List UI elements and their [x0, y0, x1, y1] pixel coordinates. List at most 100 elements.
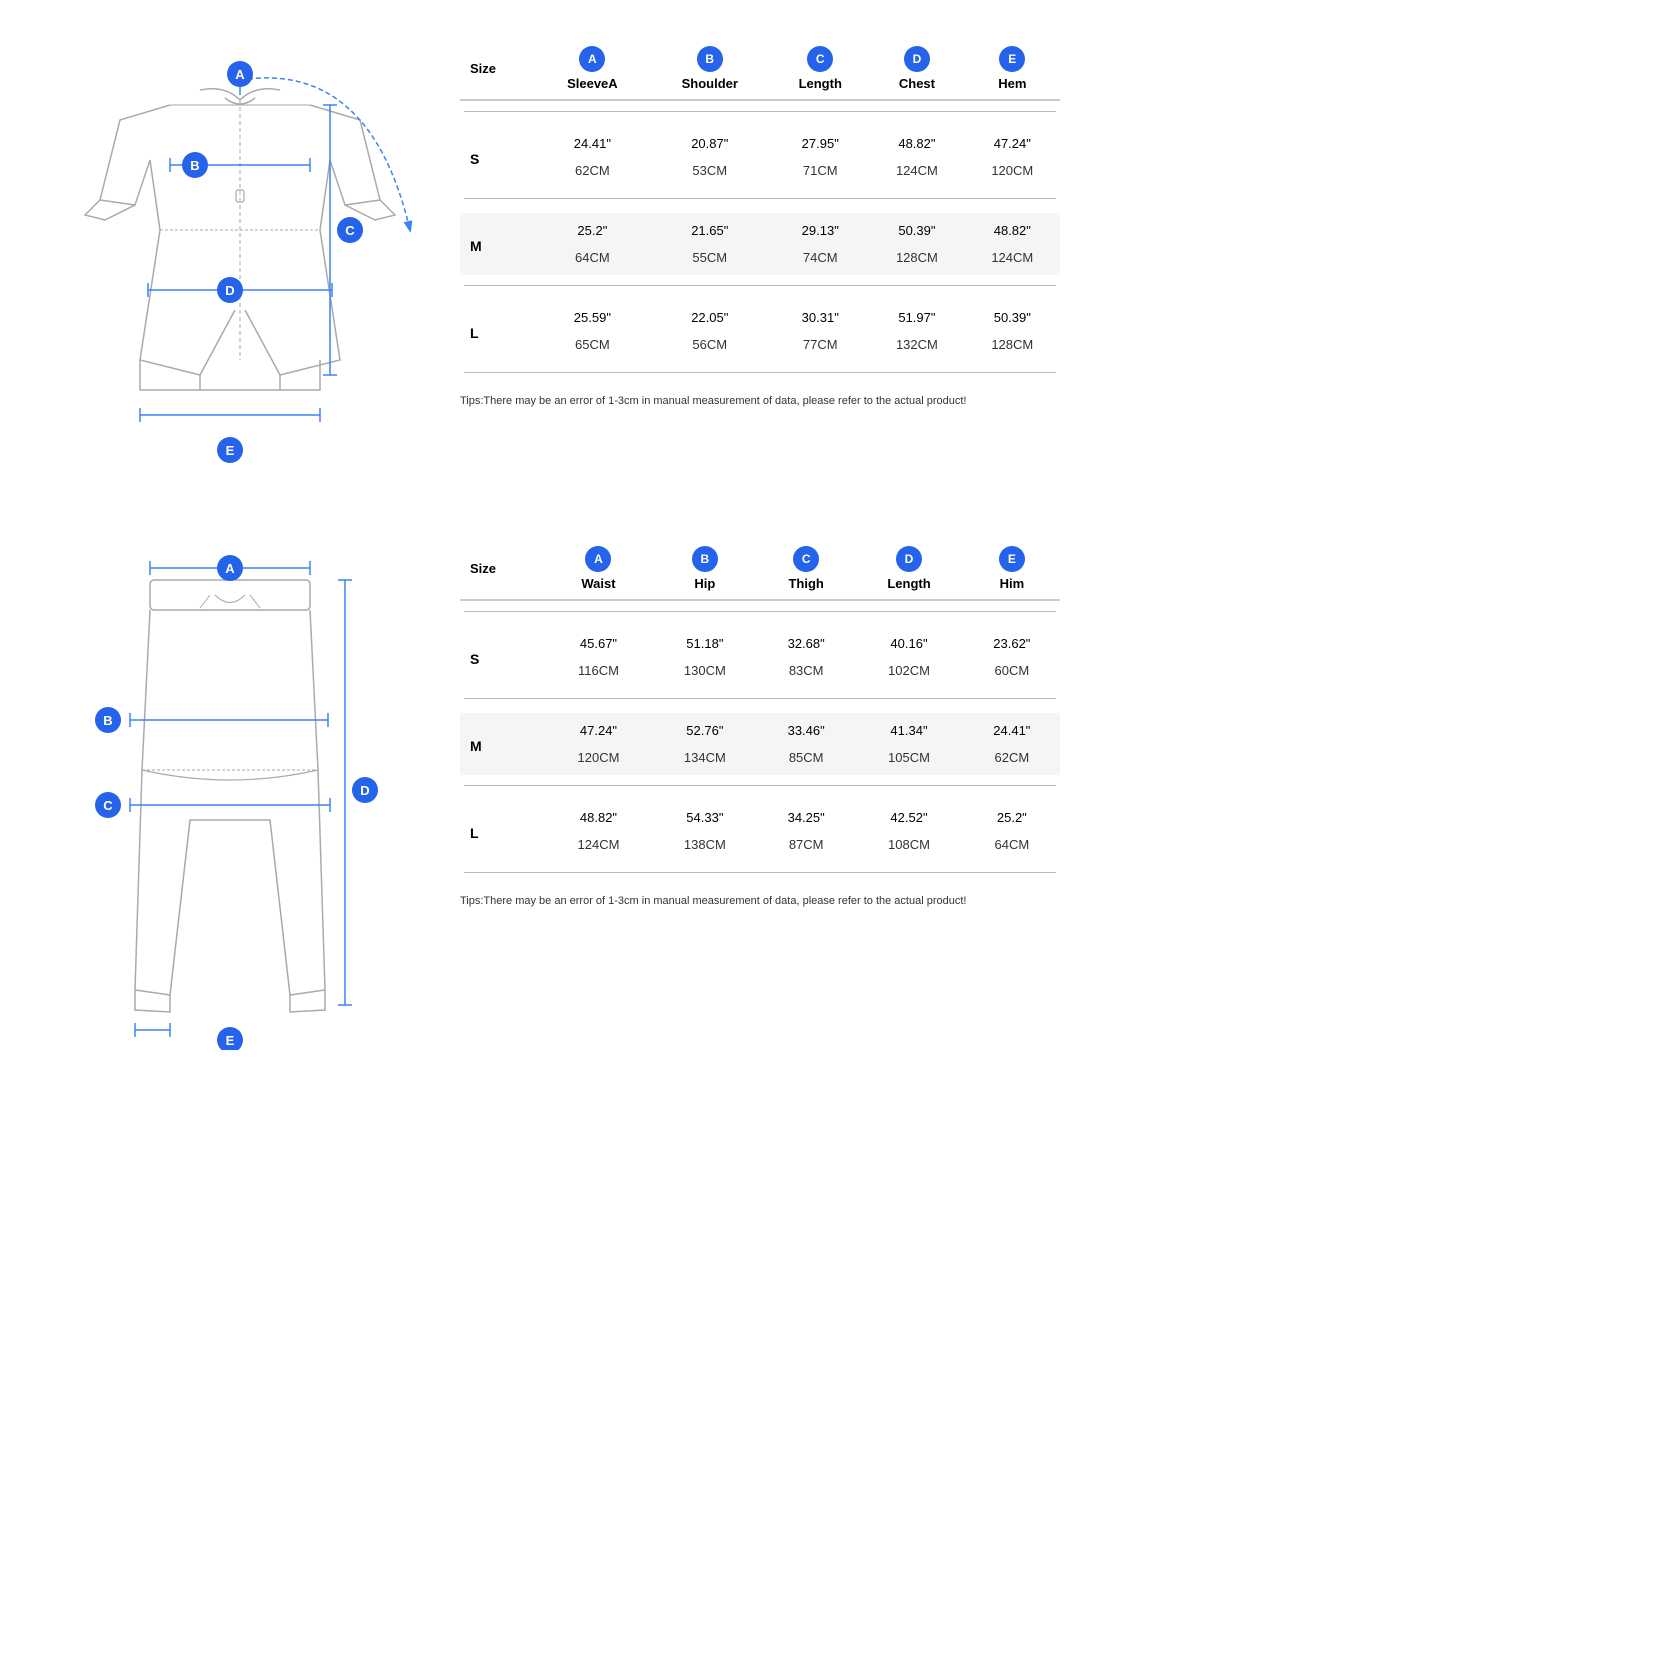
divider-row — [460, 362, 1060, 387]
divider-row — [460, 275, 1060, 300]
table-row: 62CM53CM71CM124CM120CM — [460, 157, 1060, 188]
badge-b-jacket: B — [697, 46, 723, 72]
jacket-col-hem: E Hem — [965, 40, 1060, 100]
pants-col-thigh: C Thigh — [758, 540, 854, 600]
jacket-diagram-area: A B C D E — [20, 30, 440, 490]
value-cell: 64CM — [536, 244, 648, 275]
value-cell: 54.33" — [652, 800, 758, 831]
jacket-table-area: Size A SleeveA B Shoulder — [460, 30, 1060, 407]
jacket-col1-label: SleeveA — [567, 76, 618, 91]
value-cell: 51.97" — [869, 300, 964, 331]
value-cell: 27.95" — [771, 126, 869, 157]
value-cell: 50.39" — [869, 213, 964, 244]
value-cell: 50.39" — [965, 300, 1060, 331]
pants-col-waist: A Waist — [545, 540, 651, 600]
value-cell: 47.24" — [545, 713, 651, 744]
jacket-col-length: C Length — [771, 40, 869, 100]
value-cell: 71CM — [771, 157, 869, 188]
divider-row — [460, 775, 1060, 800]
value-cell: 87CM — [758, 831, 854, 862]
jacket-section: A B C D E — [20, 30, 1060, 490]
badge-a-pants: A — [585, 546, 611, 572]
jacket-col3-label: Length — [799, 76, 842, 91]
value-cell: 41.34" — [854, 713, 963, 744]
pants-col-hip: B Hip — [652, 540, 758, 600]
value-cell: 64CM — [964, 831, 1060, 862]
value-cell: 124CM — [869, 157, 964, 188]
value-cell: 120CM — [965, 157, 1060, 188]
divider-row — [460, 188, 1060, 213]
value-cell: 55CM — [648, 244, 771, 275]
value-cell: 25.2" — [536, 213, 648, 244]
jacket-col-chest: D Chest — [869, 40, 964, 100]
size-cell: M — [460, 713, 545, 775]
value-cell: 128CM — [869, 244, 964, 275]
badge-d-jacket: D — [904, 46, 930, 72]
pants-table-area: Size A Waist B Hip — [460, 530, 1060, 907]
badge-a-jacket: A — [579, 46, 605, 72]
svg-text:B: B — [103, 713, 112, 728]
pants-col5-label: Him — [1000, 576, 1025, 591]
table-row: 65CM56CM77CM132CM128CM — [460, 331, 1060, 362]
jacket-col-shoulder: B Shoulder — [648, 40, 771, 100]
value-cell: 30.31" — [771, 300, 869, 331]
value-cell: 45.67" — [545, 626, 651, 657]
value-cell: 85CM — [758, 744, 854, 775]
pants-size-label: Size — [470, 561, 496, 576]
value-cell: 29.13" — [771, 213, 869, 244]
value-cell: 23.62" — [964, 626, 1060, 657]
value-cell: 34.25" — [758, 800, 854, 831]
svg-text:C: C — [103, 798, 113, 813]
jacket-table-header: Size A SleeveA B Shoulder — [460, 40, 1060, 100]
table-row: M47.24"52.76"33.46"41.34"24.41" — [460, 713, 1060, 744]
divider-row — [460, 862, 1060, 887]
jacket-col-size: Size — [460, 40, 536, 100]
pants-section: A B C D E Size — [20, 530, 1060, 1050]
pants-size-table: Size A Waist B Hip — [460, 540, 1060, 887]
jacket-size-label: Size — [470, 61, 496, 76]
pants-col-him: E Him — [964, 540, 1060, 600]
badge-e-jacket: E — [999, 46, 1025, 72]
value-cell: 25.59" — [536, 300, 648, 331]
table-row: M25.2"21.65"29.13"50.39"48.82" — [460, 213, 1060, 244]
value-cell: 52.76" — [652, 713, 758, 744]
value-cell: 48.82" — [869, 126, 964, 157]
badge-b-pants: B — [692, 546, 718, 572]
size-cell: S — [460, 126, 536, 188]
value-cell: 116CM — [545, 657, 651, 688]
pants-svg: A B C D E — [70, 530, 390, 1050]
badge-c-pants: C — [793, 546, 819, 572]
value-cell: 47.24" — [965, 126, 1060, 157]
value-cell: 124CM — [965, 244, 1060, 275]
badge-e-pants: E — [999, 546, 1025, 572]
value-cell: 62CM — [536, 157, 648, 188]
pants-col4-label: Length — [887, 576, 930, 591]
svg-text:E: E — [226, 443, 235, 458]
pants-col-size: Size — [460, 540, 545, 600]
value-cell: 108CM — [854, 831, 963, 862]
jacket-svg: A B C D E — [40, 30, 420, 490]
svg-text:D: D — [225, 283, 234, 298]
value-cell: 51.18" — [652, 626, 758, 657]
value-cell: 60CM — [964, 657, 1060, 688]
value-cell: 33.46" — [758, 713, 854, 744]
value-cell: 74CM — [771, 244, 869, 275]
value-cell: 77CM — [771, 331, 869, 362]
value-cell: 124CM — [545, 831, 651, 862]
value-cell: 138CM — [652, 831, 758, 862]
pants-table-header: Size A Waist B Hip — [460, 540, 1060, 600]
value-cell: 24.41" — [536, 126, 648, 157]
value-cell: 22.05" — [648, 300, 771, 331]
jacket-col4-label: Chest — [899, 76, 935, 91]
value-cell: 62CM — [964, 744, 1060, 775]
value-cell: 134CM — [652, 744, 758, 775]
pants-col3-label: Thigh — [788, 576, 823, 591]
table-row: 120CM134CM85CM105CM62CM — [460, 744, 1060, 775]
table-row: 124CM138CM87CM108CM64CM — [460, 831, 1060, 862]
svg-text:D: D — [360, 783, 369, 798]
value-cell: 130CM — [652, 657, 758, 688]
value-cell: 105CM — [854, 744, 963, 775]
pants-diagram-area: A B C D E — [20, 530, 440, 1050]
size-cell: S — [460, 626, 545, 688]
badge-c-jacket: C — [807, 46, 833, 72]
